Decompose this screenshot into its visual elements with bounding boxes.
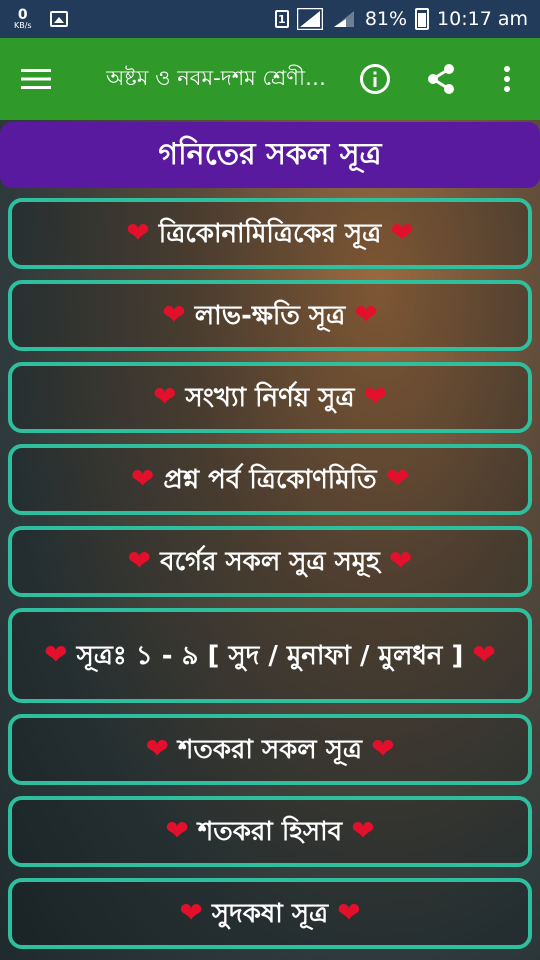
list-item-trig-questions[interactable]: ❤ প্রশ্ন পর্ব ত্রিকোণমিতি ❤ — [8, 444, 532, 515]
heart-icon: ❤ — [165, 814, 189, 848]
heart-icon: ❤ — [153, 380, 177, 414]
more-vert-icon — [504, 66, 510, 92]
app-toolbar: অষ্টম ও নবম-দশম শ্রেণীর গণিত সূত্র — [0, 38, 540, 120]
info-button[interactable] — [342, 38, 408, 120]
status-bar: 0 KB/s 1 81% 10:17 am — [0, 0, 540, 38]
list-item-simple-interest[interactable]: ❤ সুদকষা সূত্র ❤ — [8, 878, 532, 949]
heart-icon: ❤ — [351, 814, 375, 848]
battery-percent: 81% — [364, 8, 408, 30]
heart-icon: ❤ — [145, 732, 169, 766]
heart-icon: ❤ — [127, 544, 152, 578]
list-item-profit-loss[interactable]: ❤ লাভ-ক্ষতি সূত্র ❤ — [8, 280, 532, 351]
section-header-title: গনিতের সকল সূত্র — [158, 136, 382, 172]
signal-strength-icon — [296, 8, 323, 30]
list-item-percentage-formulas[interactable]: ❤ শতকরা সকল সূত্র ❤ — [8, 714, 532, 785]
heart-icon: ❤ — [385, 462, 410, 496]
list-item-label: বর্গের সকল সুত্র সমূহ — [160, 547, 380, 578]
sim-label: 1 — [277, 12, 286, 26]
list-item-label: লাভ-ক্ষতি সূত্র — [194, 301, 346, 332]
heart-icon: ❤ — [472, 638, 496, 672]
heart-icon: ❤ — [130, 462, 155, 496]
list-item-label: সংখ্যা নির্ণয় সুত্র — [185, 383, 355, 414]
heart-icon: ❤ — [162, 298, 186, 332]
list-item-label: শতকরা হিসাব — [197, 817, 343, 848]
battery-icon — [415, 8, 430, 30]
list-item-trigonometry[interactable]: ❤ ত্রিকোনামিত্রিকের সূত্র ❤ — [8, 198, 532, 269]
net-speed: 0 KB/s — [14, 8, 32, 30]
heart-icon: ❤ — [354, 298, 378, 332]
net-speed-value: 0 — [17, 7, 28, 23]
heart-icon: ❤ — [337, 896, 361, 930]
section-header: গনিতের সকল সূত্র — [0, 122, 540, 188]
heart-icon: ❤ — [363, 380, 387, 414]
info-icon — [360, 64, 390, 94]
heart-icon: ❤ — [126, 216, 150, 250]
list-item-label: সূত্রঃ ১ - ৯ [ সুদ / মুনাফা / মুলধন ] — [76, 641, 464, 672]
sim-icon: 1 — [274, 10, 289, 28]
list-item-label: ত্রিকোনামিত্রিকের সূত্র — [158, 219, 382, 250]
share-button[interactable] — [408, 38, 474, 120]
list-item-percentage-calc[interactable]: ❤ শতকরা হিসাব ❤ — [8, 796, 532, 867]
more-options-button[interactable] — [474, 38, 540, 120]
toolbar-title: অষ্টম ও নবম-দশম শ্রেণীর গণিত সূত্র — [106, 65, 331, 90]
heart-icon: ❤ — [44, 638, 68, 672]
share-icon — [428, 64, 454, 94]
signal-strength-2-icon — [333, 11, 354, 27]
heart-icon: ❤ — [179, 896, 203, 930]
list-item-label: সুদকষা সূত্র — [211, 899, 329, 930]
clock: 10:17 am — [437, 8, 528, 30]
list-item-square-formulas[interactable]: ❤ বর্গের সকল সুত্র সমূহ ❤ — [8, 526, 532, 597]
list-item-label: শতকরা সকল সূত্র — [177, 735, 363, 766]
list-item-number-finding[interactable]: ❤ সংখ্যা নির্ণয় সুত্র ❤ — [8, 362, 532, 433]
list-item-label: প্রশ্ন পর্ব ত্রিকোণমিতি — [163, 465, 377, 496]
heart-icon: ❤ — [388, 544, 413, 578]
net-speed-unit: KB/s — [14, 21, 32, 30]
list-item-interest-formulas[interactable]: ❤ সূত্রঃ ১ - ৯ [ সুদ / মুনাফা / মুলধন ] … — [8, 608, 532, 703]
heart-icon: ❤ — [371, 732, 395, 766]
heart-icon: ❤ — [390, 216, 414, 250]
hamburger-icon — [21, 69, 51, 89]
gallery-notification-icon — [49, 11, 68, 27]
menu-button[interactable] — [0, 38, 72, 120]
formula-list: ❤ ত্রিকোনামিত্রিকের সূত্র ❤ ❤ লাভ-ক্ষতি … — [8, 198, 532, 960]
